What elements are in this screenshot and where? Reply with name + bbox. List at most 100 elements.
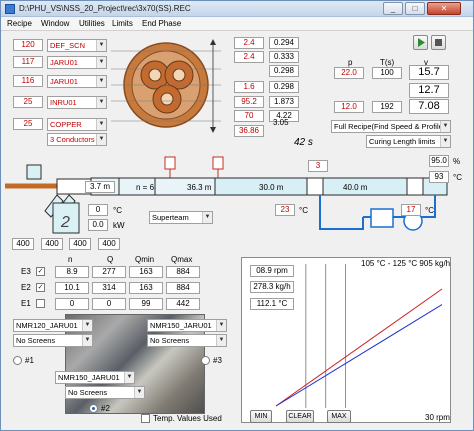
temp-values-checkbox[interactable] [141,414,150,423]
layer-5-material: COPPER [50,120,82,129]
param-p-3[interactable]: 12.0 [334,101,364,113]
extruder-3-machine-select[interactable]: NMR150_JARU01 ▼ [147,319,227,332]
layer-1-material: DEF_SCN [50,41,86,50]
dim-right-5: 1.873 [269,96,299,108]
extruder-e2-checkbox[interactable]: ✓ [36,283,45,292]
length-limit-select[interactable]: Curing Length limits ▼ [366,135,451,148]
dim-left-5[interactable]: 70 [234,110,264,122]
chevron-down-icon: ▼ [216,335,226,346]
dim-left-6[interactable]: 36.86 [234,125,264,137]
temp-right-value: 93 [429,171,449,183]
extruder-e3-label: E3 [21,267,31,276]
app-window: D:\PHU_VS\NSS_20_Project\rec\3x70(SS).RE… [0,0,474,431]
extruder-2-machine-select[interactable]: NMR150_JARU01 ▼ [55,371,135,384]
layer-3-material-select[interactable]: JARU01 ▼ [47,75,107,88]
recipe-mode-select[interactable]: Full Recipe(Find Speed & Profile) ▼ [331,120,451,133]
extruder-3-radio[interactable] [201,356,210,365]
drum-2[interactable]: 400 [41,238,63,250]
extruder-1-screen-select[interactable]: No Screens ▼ [13,334,93,347]
drum-1[interactable]: 400 [12,238,34,250]
menu-window[interactable]: Window [41,19,69,28]
stop-button[interactable] [431,35,446,50]
layer-2-value[interactable]: 117 [13,56,43,68]
minimize-button[interactable]: _ [383,2,403,15]
chevron-down-icon: ▼ [216,320,226,331]
svg-text:2: 2 [60,214,70,231]
chevron-down-icon: ▼ [440,136,450,147]
extruder-3-screen-select[interactable]: No Screens ▼ [147,334,227,347]
temp-low-unit: °C [425,206,434,215]
drum-4[interactable]: 400 [98,238,120,250]
cable-cross-section-diagram [111,39,221,133]
dim-left-4[interactable]: 95.2 [234,96,264,108]
chart-max-button[interactable]: MAX [327,410,351,423]
chevron-down-icon: ▼ [440,121,450,132]
temp-mid-value[interactable]: 23 [275,204,295,216]
layer-3-material: JARU01 [50,77,78,86]
dim-right-4: 0.298 [269,81,299,93]
recipe-mode: Full Recipe(Find Speed & Profile) [334,122,446,131]
layer-4-material-select[interactable]: INRU01 ▼ [47,96,107,109]
gauge-value[interactable]: 3 [308,160,328,172]
dim-right-7: 3.05 [273,118,289,127]
param-p-1[interactable]: 22.0 [334,67,364,79]
extruder-e2-qmin: 163 [129,282,163,294]
layer-5-value[interactable]: 25 [13,118,43,130]
chevron-down-icon: ▼ [96,97,106,108]
readout-temperature: 112.1 °C [250,298,294,310]
steam-mode: Superteam [152,213,189,222]
steam-select[interactable]: Superteam ▼ [149,211,213,224]
dim-right-1: 0.294 [269,37,299,49]
menu-limits[interactable]: Limits [112,19,133,28]
zone-2-length: 36.3 m [187,183,212,192]
temp-low-value[interactable]: 17 [401,204,421,216]
layer-3-value[interactable]: 116 [13,75,43,87]
param-t-1: 100 [372,67,402,79]
extruder-1-radio[interactable] [13,356,22,365]
menu-bar: Recipe Window Utilities Limits End Phase [1,17,473,31]
production-line-diagram: 2 [5,156,448,234]
zone-count: n = 6 [136,183,155,192]
dim-left-1[interactable]: 2.4 [234,37,264,49]
extruder-3-screen: No Screens [150,336,190,345]
chevron-down-icon: ▼ [96,134,106,145]
extruder-e2-label: E2 [21,283,31,292]
stop-icon [435,39,442,46]
preheat-power: 0.0 [88,219,108,231]
cycle-time: 42 s [294,137,313,148]
play-icon [418,38,425,47]
layer-1-value[interactable]: 120 [13,39,43,51]
chevron-down-icon: ▼ [82,335,92,346]
extruder-1-machine-select[interactable]: NMR120_JARU01 ▼ [13,319,93,332]
close-button[interactable]: ✕ [427,2,461,15]
extruder-e3-q: 277 [92,266,126,278]
layer-2-material-select[interactable]: JARU01 ▼ [47,56,107,69]
menu-recipe[interactable]: Recipe [7,19,32,28]
menu-utilities[interactable]: Utilities [79,19,105,28]
chart-min-button[interactable]: MIN [250,410,272,423]
layer-5-material-select[interactable]: COPPER ▼ [47,118,107,131]
dim-left-3[interactable]: 1.6 [234,81,264,93]
drum-3[interactable]: 400 [69,238,91,250]
zone-3-length: 30.0 m [259,183,284,192]
layer-1-material-select[interactable]: DEF_SCN ▼ [47,39,107,52]
extruder-2-radio[interactable] [89,404,98,413]
extruder-e3-qmax: 884 [166,266,200,278]
play-button[interactable] [413,35,428,50]
dim-left-2[interactable]: 2.4 [234,51,264,63]
extruder-e3-checkbox[interactable]: ✓ [36,267,45,276]
extruder-1-screen: No Screens [16,336,56,345]
maximize-button[interactable]: □ [405,2,425,15]
layer-4-value[interactable]: 25 [13,96,43,108]
app-icon [5,4,15,14]
chart-series-line-1 [275,288,443,407]
chart-series-line-2 [275,304,443,407]
extruder-1-machine: NMR120_JARU01 [16,321,78,330]
extruder-e1-checkbox[interactable] [36,299,45,308]
chart-x-end-label: 30 rpm [425,413,450,422]
conductor-count-select[interactable]: 3 Conductors ▼ [47,133,107,146]
window-title: D:\PHU_VS\NSS_20_Project\rec\3x70(SS).RE… [19,4,191,13]
menu-end-phase[interactable]: End Phase [142,19,181,28]
chart-clear-button[interactable]: CLEAR [286,410,314,423]
extruder-2-screen-select[interactable]: No Screens ▼ [65,386,145,399]
